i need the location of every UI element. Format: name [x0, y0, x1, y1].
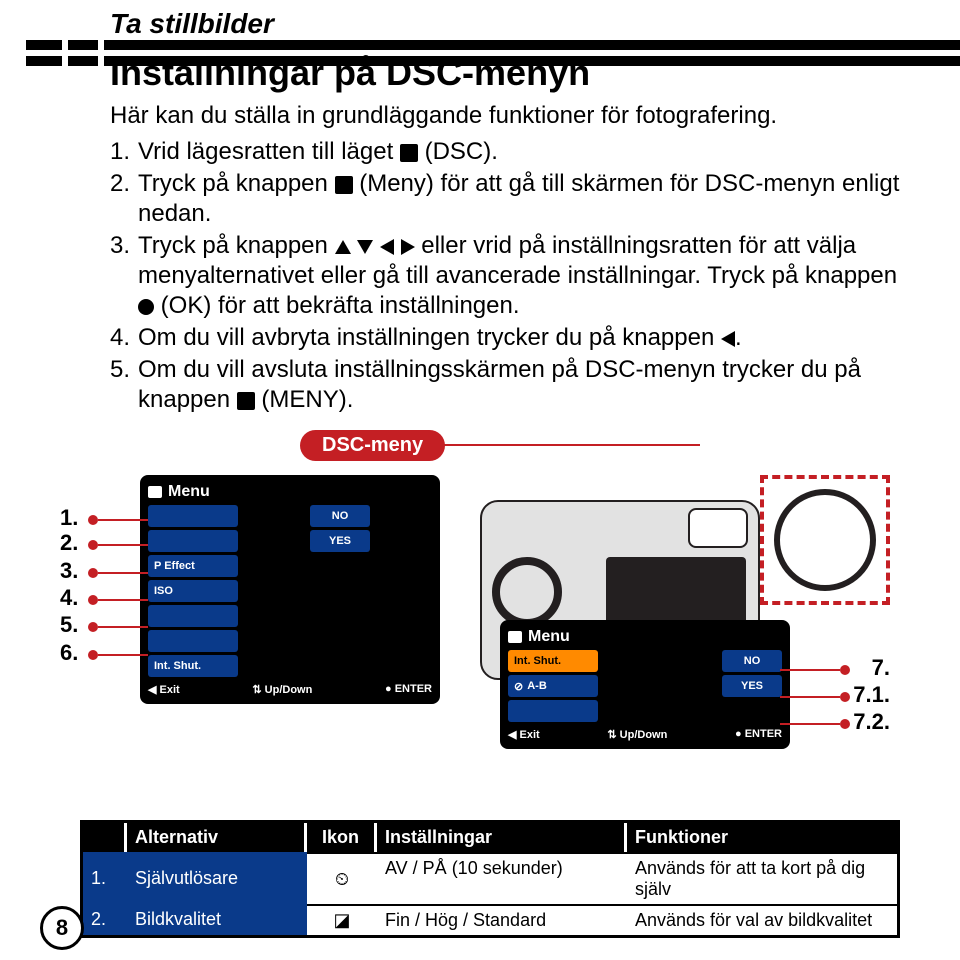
timer-icon: ⏲ — [335, 869, 349, 890]
down-icon — [357, 240, 373, 254]
main-title: Inställningar på DSC-menyn — [110, 50, 900, 95]
camera-icon — [508, 631, 522, 643]
mode-dial-detail — [760, 475, 890, 605]
subtitle: Här kan du ställa in grundläggande funkt… — [110, 101, 900, 131]
left-icon — [380, 239, 394, 255]
right-icon — [401, 239, 415, 255]
main-content: Inställningar på DSC-menyn Här kan du st… — [110, 50, 900, 417]
menu-icon — [335, 176, 353, 194]
quality-icon: ◪ — [333, 910, 350, 931]
section-title: Ta stillbilder — [110, 8, 274, 40]
page-number: 8 — [40, 906, 84, 950]
diagram: DSC-meny Menu NO YES P Effect ISO Int. S… — [60, 430, 900, 810]
menu-screenshot-2: Menu Int. Shut.NO ⊘A-BYES ◀ Exit ⇅ Up/Do… — [500, 620, 790, 749]
settings-table: Alternativ Ikon Inställningar Funktioner… — [80, 820, 900, 938]
camera-icon — [400, 144, 418, 162]
up-icon — [335, 240, 351, 254]
menu-icon — [237, 392, 255, 410]
ok-dot-icon — [138, 299, 154, 315]
camera-icon — [148, 486, 162, 498]
menu-screenshot-1: Menu NO YES P Effect ISO Int. Shut. ◀ Ex… — [140, 475, 440, 704]
dsc-menu-label: DSC-meny — [300, 430, 445, 461]
left-icon — [721, 331, 735, 347]
